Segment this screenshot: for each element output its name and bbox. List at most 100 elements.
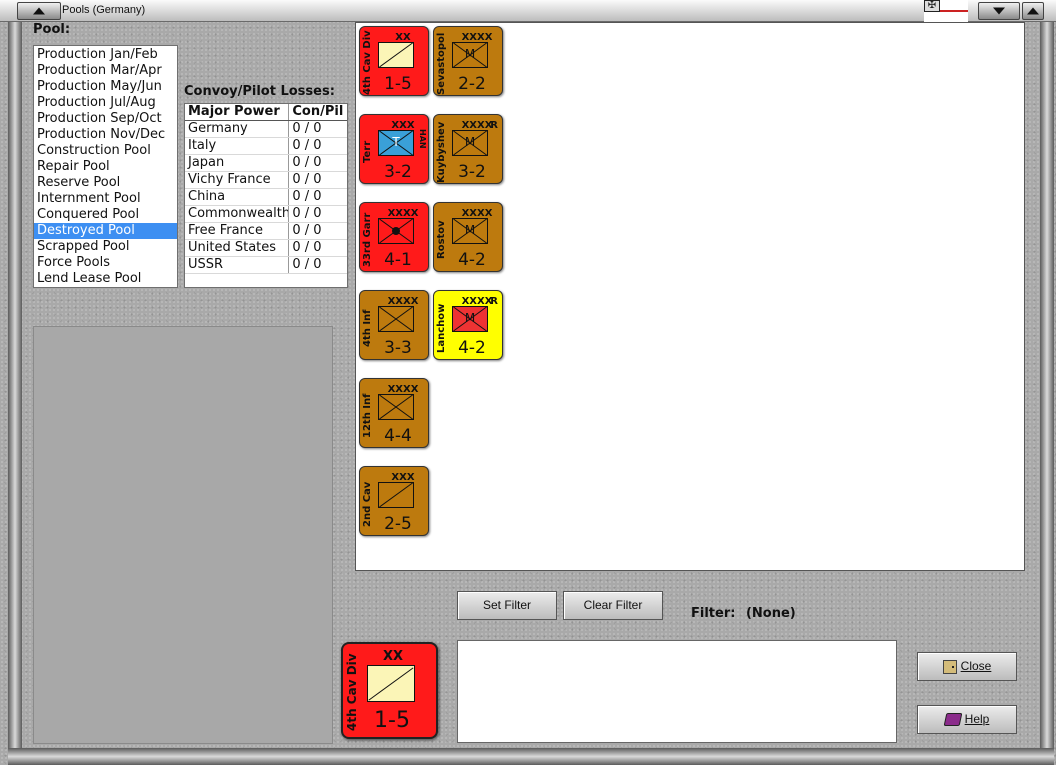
power-name: Free France [185,223,290,239]
unit-strength: 4-4 [384,426,412,446]
minimize-button[interactable] [978,2,1020,20]
unit-info-box [457,640,897,743]
unit-symbol: M [464,311,476,325]
table-row: USSR 0 / 0 [185,257,347,274]
power-name: China [185,189,290,205]
unit-strength: 4-2 [458,250,486,270]
selected-unit-counter: XX 4th Cav Div 1-5 [341,642,438,739]
pool-list[interactable]: Production Jan/Feb Production Mar/Apr Pr… [33,45,178,288]
pool-item[interactable]: Production Nov/Dec [34,127,177,143]
unit-strength: 2-5 [384,514,412,534]
cavalry-symbol-icon [378,482,414,508]
pool-item[interactable]: Construction Pool [34,143,177,159]
triangle-up-icon [33,7,45,15]
table-row: Commonwealth 0 / 0 [185,206,347,223]
maximize-button[interactable] [1022,2,1044,20]
window-title: Pools (Germany) [62,4,146,16]
table-row: Free France 0 / 0 [185,223,347,240]
window-menu-button[interactable] [17,2,61,20]
power-name: Japan [185,155,290,171]
pool-item[interactable]: Production May/Jun [34,79,177,95]
pool-item[interactable]: Lend Lease Pool [34,271,177,287]
loss-value: 0 / 0 [292,223,322,238]
unit-preview-area [33,326,333,744]
close-button[interactable]: Close [917,652,1017,681]
clear-filter-button[interactable]: Clear Filter [563,591,663,620]
unit-name: Rostov [436,220,447,260]
unit-counter-area[interactable]: XX 4th Cav Div 1-5 XXX T Terr HAN 3-2 XX… [355,22,1025,571]
pool-item[interactable]: Production Sep/Oct [34,111,177,127]
pool-item[interactable]: Internment Pool [34,191,177,207]
infantry-symbol-icon [378,394,414,420]
militia-symbol-icon: M [452,306,488,332]
pool-item[interactable]: Scrapped Pool [34,239,177,255]
unit-strength: 2-2 [458,74,486,94]
garrison-symbol-icon [378,218,414,244]
unit-counter[interactable]: XXXX M Sevastopol 2-2 [433,26,503,96]
column-header-major-power[interactable]: Major Power [185,104,290,120]
losses-table-header: Major Power Con/Pil [185,104,347,121]
unit-side-label: HAN [418,129,427,149]
power-name: United States [185,240,290,256]
pool-item[interactable]: Reserve Pool [34,175,177,191]
unit-symbol: T [392,135,400,149]
militia-symbol-icon: M [452,218,488,244]
unit-name: Kuybyshev [436,121,447,183]
triangle-up-icon [1027,7,1039,15]
unit-name: 4th Inf [362,309,373,347]
window-bottom-edge [8,748,1054,765]
pool-label: Pool: [33,22,71,37]
infantry-symbol-icon [378,306,414,332]
unit-name: 33rd Garr [362,212,373,268]
convoy-losses-label: Convoy/Pilot Losses: [184,84,335,99]
unit-counter[interactable]: XXXX R M Kuybyshev 3-2 [433,114,503,184]
unit-strength: 4-1 [384,250,412,270]
pool-item[interactable]: Production Jan/Feb [34,47,177,63]
pool-item[interactable]: Production Mar/Apr [34,63,177,79]
unit-counter[interactable]: XXXX M Rostov 4-2 [433,202,503,272]
selected-unit-strength: 1-5 [374,708,410,733]
door-exit-icon [942,659,957,674]
unit-counter[interactable]: XX 4th Cav Div 1-5 [359,26,429,96]
unit-name: Sevastopol [436,32,447,95]
window-titlebar: Pools (Germany) ✠ [0,0,1056,22]
loss-value: 0 / 0 [292,257,322,272]
window-right-edge [1040,22,1054,757]
unit-strength: 1-5 [384,74,412,94]
pool-item-selected[interactable]: Destroyed Pool [34,223,177,239]
help-button[interactable]: Help [917,705,1017,734]
close-button-label: Close [960,659,992,673]
selected-unit-name: 4th Cav Div [345,653,359,731]
unit-counter[interactable]: XXXX 4th Inf 3-3 [359,290,429,360]
unit-strength: 3-2 [458,162,486,182]
filter-value: (None) [745,606,796,621]
unit-mark: R [490,296,498,307]
militia-symbol-icon: M [452,42,488,68]
unit-strength: 3-3 [384,338,412,358]
unit-counter[interactable]: XXXX R M Lanchow 4-2 [433,290,503,360]
loss-value: 0 / 0 [292,155,322,170]
unit-symbol: M [464,223,476,237]
book-icon [943,713,963,727]
pool-item[interactable]: Conquered Pool [34,207,177,223]
unit-counter[interactable]: XXXX 12th Inf 4-4 [359,378,429,448]
set-filter-button[interactable]: Set Filter [457,591,557,620]
loss-value: 0 / 0 [292,206,322,221]
table-row: Italy 0 / 0 [185,138,347,155]
power-name: Italy [185,138,290,154]
selected-unit-size: XX [382,649,404,664]
filter-status: Filter: (None) [691,606,796,621]
unit-counter[interactable]: XXX T Terr HAN 3-2 [359,114,429,184]
table-row: United States 0 / 0 [185,240,347,257]
unit-name: 2nd Cav [362,481,373,527]
pool-item[interactable]: Repair Pool [34,159,177,175]
pool-item[interactable]: Production Jul/Aug [34,95,177,111]
unit-name: Terr [362,140,373,164]
column-header-con-pil[interactable]: Con/Pil [289,104,347,120]
pool-item[interactable]: Force Pools [34,255,177,271]
unit-counter[interactable]: XXXX 33rd Garr 4-1 [359,202,429,272]
table-row: China 0 / 0 [185,189,347,206]
loss-value: 0 / 0 [292,189,322,204]
unit-symbol: M [464,47,476,61]
unit-counter[interactable]: XXX 2nd Cav 2-5 [359,466,429,536]
